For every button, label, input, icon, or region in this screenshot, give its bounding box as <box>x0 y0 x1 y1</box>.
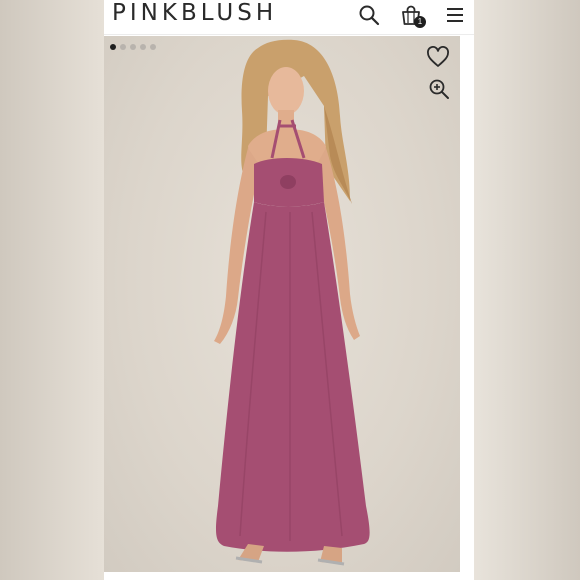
wishlist-button[interactable] <box>426 46 450 68</box>
carousel-dot[interactable] <box>120 44 126 50</box>
blurred-backdrop-right <box>474 0 580 580</box>
blurred-backdrop-left <box>0 0 104 580</box>
carousel-dot[interactable] <box>110 44 116 50</box>
search-button[interactable] <box>356 2 382 28</box>
cart-count-badge: 1 <box>414 16 426 28</box>
product-photo-model-dress <box>214 39 370 566</box>
site-header: PINKBLUSH 1 <box>104 0 474 35</box>
heart-icon <box>427 46 449 67</box>
product-image-gallery[interactable] <box>104 36 460 572</box>
carousel-dot[interactable] <box>140 44 146 50</box>
carousel-indicators <box>110 44 156 50</box>
mobile-product-page: PINKBLUSH 1 <box>104 0 474 580</box>
zoom-in-icon <box>429 79 449 99</box>
hamburger-menu-icon <box>447 8 463 22</box>
gallery-bottom-strip <box>104 572 474 580</box>
carousel-dot[interactable] <box>130 44 136 50</box>
page-scroll-track[interactable] <box>460 36 474 580</box>
carousel-dot[interactable] <box>150 44 156 50</box>
search-icon <box>359 5 380 26</box>
cart-button[interactable]: 1 <box>398 2 426 28</box>
menu-button[interactable] <box>442 2 468 28</box>
brand-logo[interactable]: PINKBLUSH <box>112 0 277 26</box>
zoom-button[interactable] <box>428 78 450 100</box>
